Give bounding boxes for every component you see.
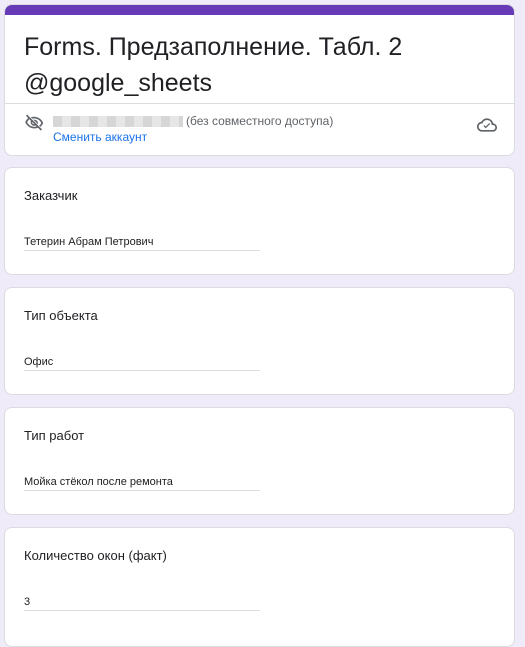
question-card-window-count: Количество окон (факт) [4,527,515,647]
question-label: Количество окон (факт) [24,548,167,563]
header-accent-bar [5,5,514,15]
customer-input[interactable] [24,233,260,251]
question-label: Тип работ [24,428,85,443]
question-card-object-type: Тип объекта [4,287,515,395]
work-type-input[interactable] [24,473,260,491]
window-count-input[interactable] [24,593,260,611]
question-card-work-type: Тип работ [4,407,515,515]
account-email-redacted [53,116,183,127]
switch-account-link[interactable]: Сменить аккаунт [53,130,147,144]
header-divider [5,103,514,104]
form-header-card: Forms. Предзаполнение. Табл. 2 @google_s… [4,4,515,156]
sharing-note: (без совместного доступа) [186,114,334,128]
question-label: Тип объекта [24,308,98,323]
object-type-input[interactable] [24,353,260,371]
question-label: Заказчик [24,188,78,203]
cloud-icon[interactable] [477,115,497,135]
eye-off-icon [25,114,44,131]
question-card-customer: Заказчик [4,167,515,275]
form-title: Forms. Предзаполнение. Табл. 2 @google_s… [24,33,403,97]
